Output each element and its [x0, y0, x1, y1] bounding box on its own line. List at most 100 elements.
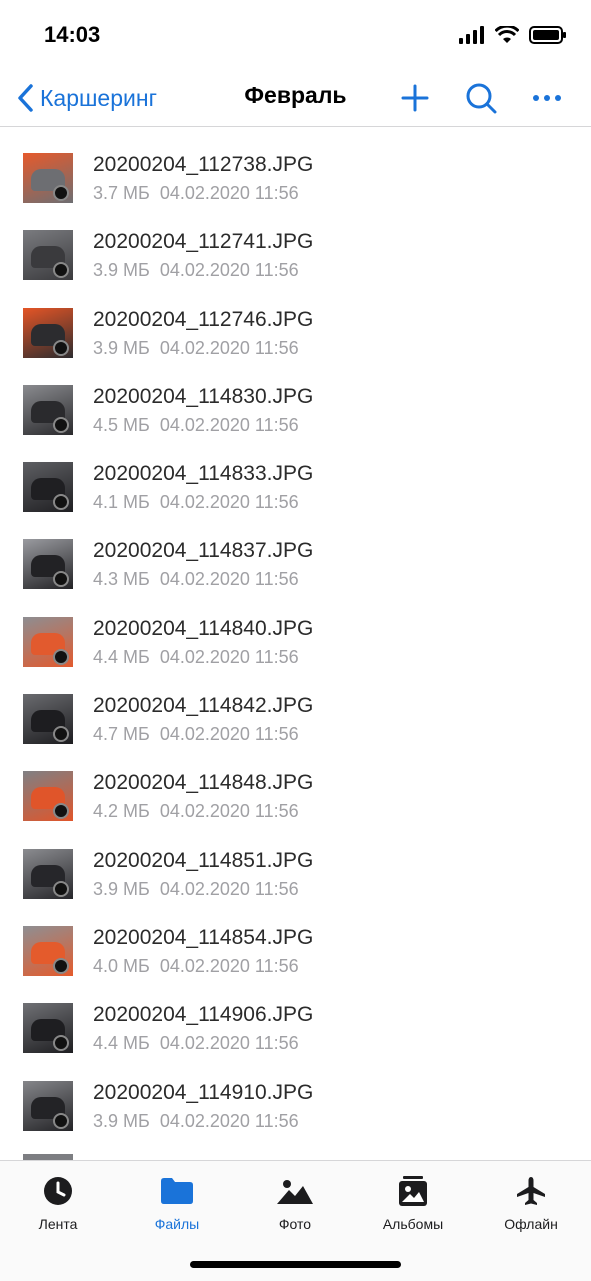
list-item[interactable]: 20200204_112741.JPG 3.9 МБ 04.02.2020 11:5…	[0, 204, 591, 281]
search-icon	[466, 83, 497, 114]
file-date: 04.02.2020 11:56	[159, 646, 299, 667]
tab-files[interactable]: Файлы	[122, 1175, 232, 1235]
home-indicator	[190, 1261, 401, 1268]
list-item[interactable]: 20200204_114830.JPG 4.5 МБ 04.02.2020 11:5…	[0, 359, 591, 436]
status-time: 14:03	[44, 22, 101, 47]
file-date: 04.02.2020 11:56	[159, 1110, 299, 1131]
tab-label: Альбомы	[382, 1216, 444, 1232]
file-thumbnail	[23, 153, 73, 203]
list-item[interactable]: 20200204_112746.JPG 3.9 МБ 04.02.2020 11:5…	[0, 282, 591, 359]
file-meta: 4.3 МБ 04.02.2020 11:56	[93, 569, 299, 590]
clock-icon	[44, 1177, 72, 1205]
file-date: 04.02.2020 11:56	[159, 337, 299, 358]
file-thumbnail	[23, 771, 73, 822]
tab-offline[interactable]: Офлайн	[476, 1175, 586, 1235]
file-thumbnail	[23, 848, 73, 899]
file-name: 20200204_114833.JPG	[93, 462, 314, 486]
more-button[interactable]	[531, 82, 563, 114]
tab-label: Фото	[278, 1216, 312, 1232]
file-meta: 3.9 МБ 04.02.2020 11:56	[93, 338, 299, 359]
partial-list-item[interactable]	[0, 1148, 591, 1160]
file-date: 04.02.2020 11:56	[159, 260, 299, 281]
list-item[interactable]: 20200204_114848.JPG 4.2 МБ 04.02.2020 11:5…	[0, 745, 591, 822]
file-meta: 3.9 МБ 04.02.2020 11:56	[93, 260, 299, 281]
file-size: 4.3 МБ	[93, 569, 150, 590]
file-meta: 3.7 МБ 04.02.2020 11:56	[93, 183, 299, 204]
tab-label: Лента	[38, 1216, 78, 1232]
file-meta: 3.9 МБ 04.02.2020 11:56	[93, 879, 299, 900]
photo-icon	[277, 1180, 313, 1204]
file-name: 20200204_112741.JPG	[93, 230, 314, 254]
file-name: 20200204_114840.JPG	[93, 616, 314, 640]
file-size: 3.9 МБ	[93, 1110, 150, 1131]
file-size: 4.2 МБ	[93, 801, 150, 822]
tab-photo[interactable]: Фото	[240, 1175, 350, 1235]
add-button[interactable]	[399, 82, 431, 114]
battery-icon	[529, 26, 566, 44]
file-date: 04.02.2020 11:56	[159, 492, 299, 513]
file-meta: 4.7 МБ 04.02.2020 11:56	[93, 724, 299, 745]
tab-label: Офлайн	[504, 1216, 558, 1232]
file-size: 4.5 МБ	[93, 414, 150, 435]
nav-actions	[399, 78, 563, 118]
list-item[interactable]: 20200204_114851.JPG 3.9 МБ 04.02.2020 11:5…	[0, 823, 591, 900]
album-icon	[399, 1176, 427, 1206]
file-meta: 4.1 МБ 04.02.2020 11:56	[93, 492, 299, 513]
status-icons	[459, 26, 567, 44]
file-date: 04.02.2020 11:56	[159, 801, 299, 822]
tab-label: Файлы	[154, 1216, 200, 1232]
file-thumbnail	[23, 462, 73, 513]
tab-albums[interactable]: Альбомы	[358, 1175, 468, 1235]
file-size: 3.9 МБ	[93, 878, 150, 899]
file-size: 4.7 МБ	[93, 724, 150, 745]
file-size: 4.4 МБ	[93, 646, 150, 667]
folder-icon	[161, 1178, 193, 1204]
file-name: 20200204_114848.JPG	[93, 771, 314, 795]
file-date: 04.02.2020 11:56	[159, 183, 299, 203]
file-name: 20200204_114906.JPG	[93, 1003, 314, 1027]
list-item[interactable]: 20200204_114837.JPG 4.3 МБ 04.02.2020 11:5…	[0, 513, 591, 590]
file-date: 04.02.2020 11:56	[159, 878, 299, 899]
file-size: 3.7 МБ	[93, 183, 150, 203]
search-button[interactable]	[465, 82, 497, 114]
file-date: 04.02.2020 11:56	[159, 414, 299, 435]
file-name: 20200204_114910.JPG	[93, 1080, 314, 1104]
file-size: 4.1 МБ	[93, 492, 150, 513]
file-meta: 4.2 МБ 04.02.2020 11:56	[93, 801, 299, 822]
file-thumbnail	[23, 616, 73, 667]
file-name: 20200204_114830.JPG	[93, 384, 314, 408]
file-meta: 4.4 МБ 04.02.2020 11:56	[93, 1033, 299, 1054]
file-thumbnail	[23, 925, 73, 976]
tab-feed[interactable]: Лента	[3, 1175, 113, 1235]
list-item[interactable]: 20200204_114906.JPG 4.4 МБ 04.02.2020 11:5…	[0, 977, 591, 1054]
file-meta: 4.0 МБ 04.02.2020 11:56	[93, 956, 299, 977]
file-size: 4.4 МБ	[93, 1033, 150, 1054]
more-icon	[533, 95, 561, 101]
file-name: 20200204_114837.JPG	[93, 539, 314, 563]
file-thumbnail	[23, 1080, 73, 1131]
list-item[interactable]: 20200204_114840.JPG 4.4 МБ 04.02.2020 11:5…	[0, 591, 591, 668]
file-thumbnail	[23, 230, 73, 281]
file-name: 20200204_114854.JPG	[93, 925, 314, 949]
plus-icon	[401, 84, 429, 112]
file-meta: 3.9 МБ 04.02.2020 11:56	[93, 1111, 299, 1132]
file-list: 20200204_112738.JPG 3.7 МБ 04.02.2020 11:5…	[0, 127, 591, 1159]
file-date: 04.02.2020 11:56	[159, 569, 299, 590]
airplane-icon	[517, 1177, 545, 1205]
file-thumbnail	[23, 1003, 73, 1054]
file-thumbnail	[23, 694, 73, 745]
file-date: 04.02.2020 11:56	[159, 1033, 299, 1054]
list-item[interactable]: 20200204_114910.JPG 3.9 МБ 04.02.2020 11:5…	[0, 1055, 591, 1132]
file-name: 20200204_112738.JPG	[93, 153, 314, 176]
cellular-signal-icon	[459, 26, 484, 44]
file-size: 3.9 МБ	[93, 337, 150, 358]
file-name: 20200204_112746.JPG	[93, 307, 314, 331]
list-item[interactable]: 20200204_114842.JPG 4.7 МБ 04.02.2020 11:5…	[0, 668, 591, 745]
file-thumbnail	[23, 539, 73, 590]
list-item[interactable]: 20200204_114854.JPG 4.0 МБ 04.02.2020 11:5…	[0, 900, 591, 977]
file-name: 20200204_114851.JPG	[93, 848, 314, 872]
file-meta: 4.4 МБ 04.02.2020 11:56	[93, 647, 299, 668]
list-item[interactable]: 20200204_114833.JPG 4.1 МБ 04.02.2020 11:5…	[0, 436, 591, 513]
file-thumbnail	[23, 307, 73, 358]
list-item[interactable]: 20200204_112738.JPG 3.7 МБ 04.02.2020 11:5…	[0, 127, 591, 204]
